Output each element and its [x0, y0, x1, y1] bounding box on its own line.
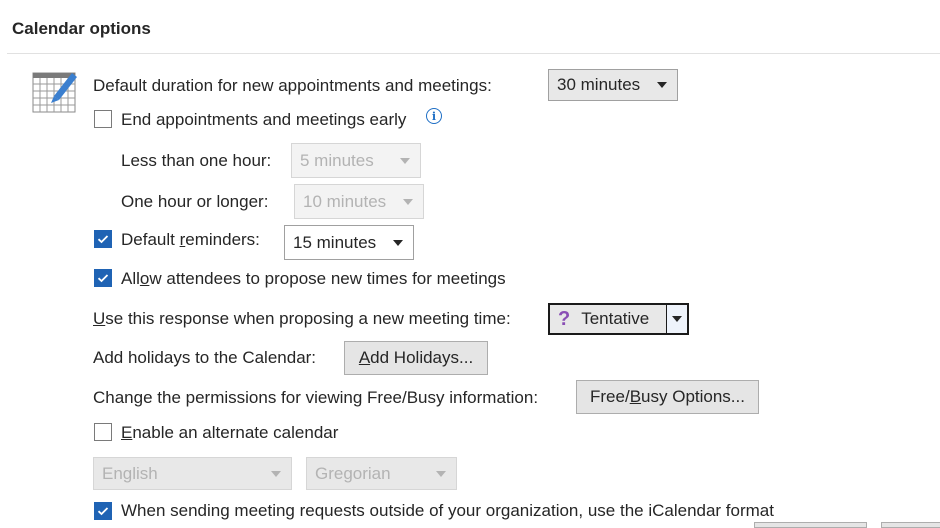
allow-propose-label: Allow attendees to propose new times for…	[121, 268, 506, 290]
label-part: Default	[121, 230, 180, 249]
mnemonic: B	[629, 387, 642, 406]
default-duration-label: Default duration for new appointments an…	[93, 76, 492, 95]
button-label: usy Options...	[641, 387, 745, 406]
alternate-calendar-type-dropdown[interactable]: Gregorian	[306, 457, 457, 490]
default-reminders-checkbox[interactable]	[94, 230, 112, 248]
button-label: Free/	[590, 387, 630, 406]
freebusy-options-button[interactable]: Free/Busy Options...	[576, 380, 759, 414]
response-label: Use this response when proposing a new m…	[93, 308, 511, 330]
response-dropdown-toggle[interactable]	[666, 305, 687, 333]
checkmark-icon	[97, 235, 109, 244]
chevron-down-icon	[271, 470, 281, 477]
checkmark-icon	[97, 507, 109, 516]
freebusy-label: Change the permissions for viewing Free/…	[93, 388, 539, 407]
label-part: nable an alternate calendar	[132, 423, 339, 442]
chevron-down-icon	[403, 198, 413, 205]
hour-or-longer-value: 10 minutes	[303, 191, 387, 211]
section-title: Calendar options	[12, 19, 151, 38]
end-early-checkbox[interactable]	[94, 110, 112, 128]
less-than-hour-label: Less than one hour:	[121, 151, 272, 170]
default-reminders-label: Default reminders:	[121, 229, 260, 251]
default-reminders-dropdown[interactable]: 15 minutes	[284, 225, 414, 260]
default-duration-value: 30 minutes	[557, 75, 641, 94]
checkmark-icon	[97, 274, 109, 283]
response-value: Tentative	[581, 309, 650, 328]
icalendar-label: When sending meeting requests outside of…	[121, 501, 774, 520]
alternate-calendar-label: Enable an alternate calendar	[121, 422, 338, 444]
alternate-calendar-type-value: Gregorian	[315, 463, 391, 483]
alternate-language-value: English	[102, 463, 158, 483]
allow-propose-checkbox[interactable]	[94, 269, 112, 287]
calendar-edit-icon	[32, 69, 78, 113]
add-holidays-button[interactable]: Add Holidays...	[344, 341, 488, 375]
hour-or-longer-dropdown[interactable]: 10 minutes	[294, 184, 424, 219]
label-part: se this response when proposing a new me…	[105, 309, 511, 328]
alternate-language-dropdown[interactable]: English	[93, 457, 292, 490]
mnemonic: U	[93, 309, 106, 328]
mnemonic: A	[358, 348, 371, 367]
icalendar-checkbox[interactable]	[94, 502, 112, 520]
chevron-down-icon	[672, 316, 682, 322]
response-dropdown[interactable]: ? Tentative	[548, 303, 689, 335]
holidays-label: Add holidays to the Calendar:	[93, 348, 317, 367]
mnemonic: o	[139, 269, 150, 288]
label-part: w attendees to propose new times for mee…	[149, 269, 506, 288]
label-part: eminders:	[185, 230, 260, 249]
response-value-area[interactable]: ? Tentative	[550, 305, 666, 333]
alternate-calendar-checkbox[interactable]	[94, 423, 112, 441]
mnemonic: E	[121, 423, 133, 442]
label-part: All	[121, 269, 140, 288]
default-reminders-value: 15 minutes	[293, 232, 377, 252]
question-mark-icon: ?	[558, 307, 571, 330]
less-than-hour-value: 5 minutes	[300, 150, 374, 170]
end-early-label: End appointments and meetings early	[121, 110, 407, 129]
chevron-down-icon	[436, 470, 446, 477]
section-divider	[7, 53, 940, 54]
chevron-down-icon	[393, 239, 403, 246]
info-icon[interactable]: i	[426, 108, 442, 124]
hour-or-longer-label: One hour or longer:	[121, 192, 269, 211]
partial-button[interactable]	[881, 522, 940, 528]
less-than-hour-dropdown[interactable]: 5 minutes	[291, 143, 421, 178]
default-duration-dropdown[interactable]: 30 minutes	[548, 69, 678, 101]
partial-button[interactable]	[754, 522, 867, 528]
button-label: dd Holidays...	[370, 348, 474, 367]
chevron-down-icon	[657, 82, 667, 88]
chevron-down-icon	[400, 157, 410, 164]
